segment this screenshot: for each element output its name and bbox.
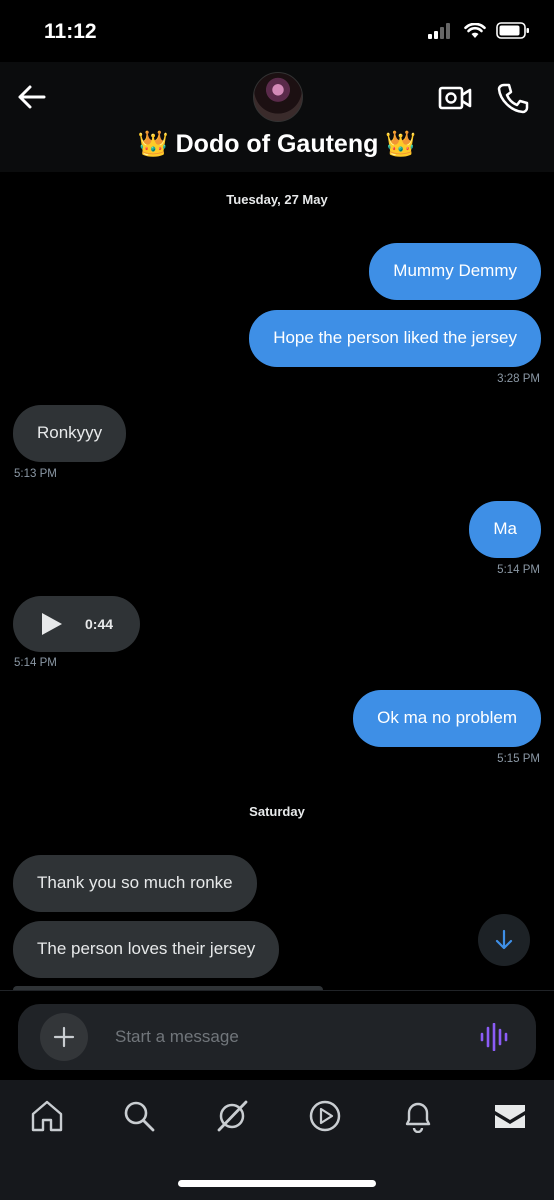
message-bubble[interactable]: The person loves their jersey <box>13 921 280 978</box>
message-bubble[interactable]: Thank you so much ronke <box>13 855 257 912</box>
message-input[interactable]: Start a message <box>115 1027 239 1047</box>
home-indicator <box>178 1180 376 1187</box>
phone-icon[interactable] <box>496 82 530 114</box>
chat-title[interactable]: 👑 Dodo of Gauteng 👑 <box>0 130 554 159</box>
date-separator: Saturday <box>249 804 305 819</box>
message-timestamp: 5:14 PM <box>14 657 57 669</box>
plus-icon <box>53 1026 75 1048</box>
wifi-icon <box>464 22 486 38</box>
date-separator: Tuesday, 27 May <box>226 192 328 207</box>
message-timestamp: 5:15 PM <box>497 753 540 765</box>
video-call-icon[interactable] <box>438 82 472 114</box>
message-timestamp: 5:13 PM <box>14 468 57 480</box>
mail-icon[interactable] <box>493 1099 527 1133</box>
status-time: 11:12 <box>44 20 97 43</box>
grok-icon[interactable] <box>215 1099 249 1133</box>
composer-area: Start a message <box>0 990 554 1081</box>
search-icon[interactable] <box>122 1099 156 1133</box>
voice-record-icon[interactable] <box>480 1023 508 1051</box>
play-icon[interactable] <box>40 612 64 636</box>
voice-duration: 0:44 <box>85 616 114 632</box>
arrow-down-icon <box>495 929 513 950</box>
back-arrow-icon[interactable] <box>14 80 48 114</box>
bell-icon[interactable] <box>401 1099 435 1133</box>
message-composer[interactable]: Start a message <box>18 1004 536 1070</box>
message-bubble[interactable]: Ronkyyy <box>13 405 127 462</box>
add-attachment-button[interactable] <box>40 1013 88 1061</box>
message-bubble[interactable]: Ma <box>469 501 541 558</box>
status-icons <box>428 22 530 39</box>
message-bubble[interactable]: Ok ma no problem <box>353 690 541 747</box>
message-timestamp: 5:14 PM <box>497 564 540 576</box>
battery-icon <box>496 22 529 39</box>
signal-icon <box>428 22 450 39</box>
message-timestamp: 3:28 PM <box>497 373 540 385</box>
status-bar: 11:12 <box>0 0 554 62</box>
voice-message[interactable]: 0:44 <box>13 596 140 652</box>
scroll-to-bottom-button[interactable] <box>478 914 530 966</box>
video-icon[interactable] <box>308 1099 342 1133</box>
home-icon[interactable] <box>30 1099 64 1133</box>
message-bubble[interactable]: Mummy Demmy <box>369 243 541 300</box>
message-bubble[interactable]: Hope the person liked the jersey <box>249 310 541 367</box>
chat-header: 👑 Dodo of Gauteng 👑 <box>0 62 554 172</box>
avatar[interactable] <box>253 72 303 122</box>
